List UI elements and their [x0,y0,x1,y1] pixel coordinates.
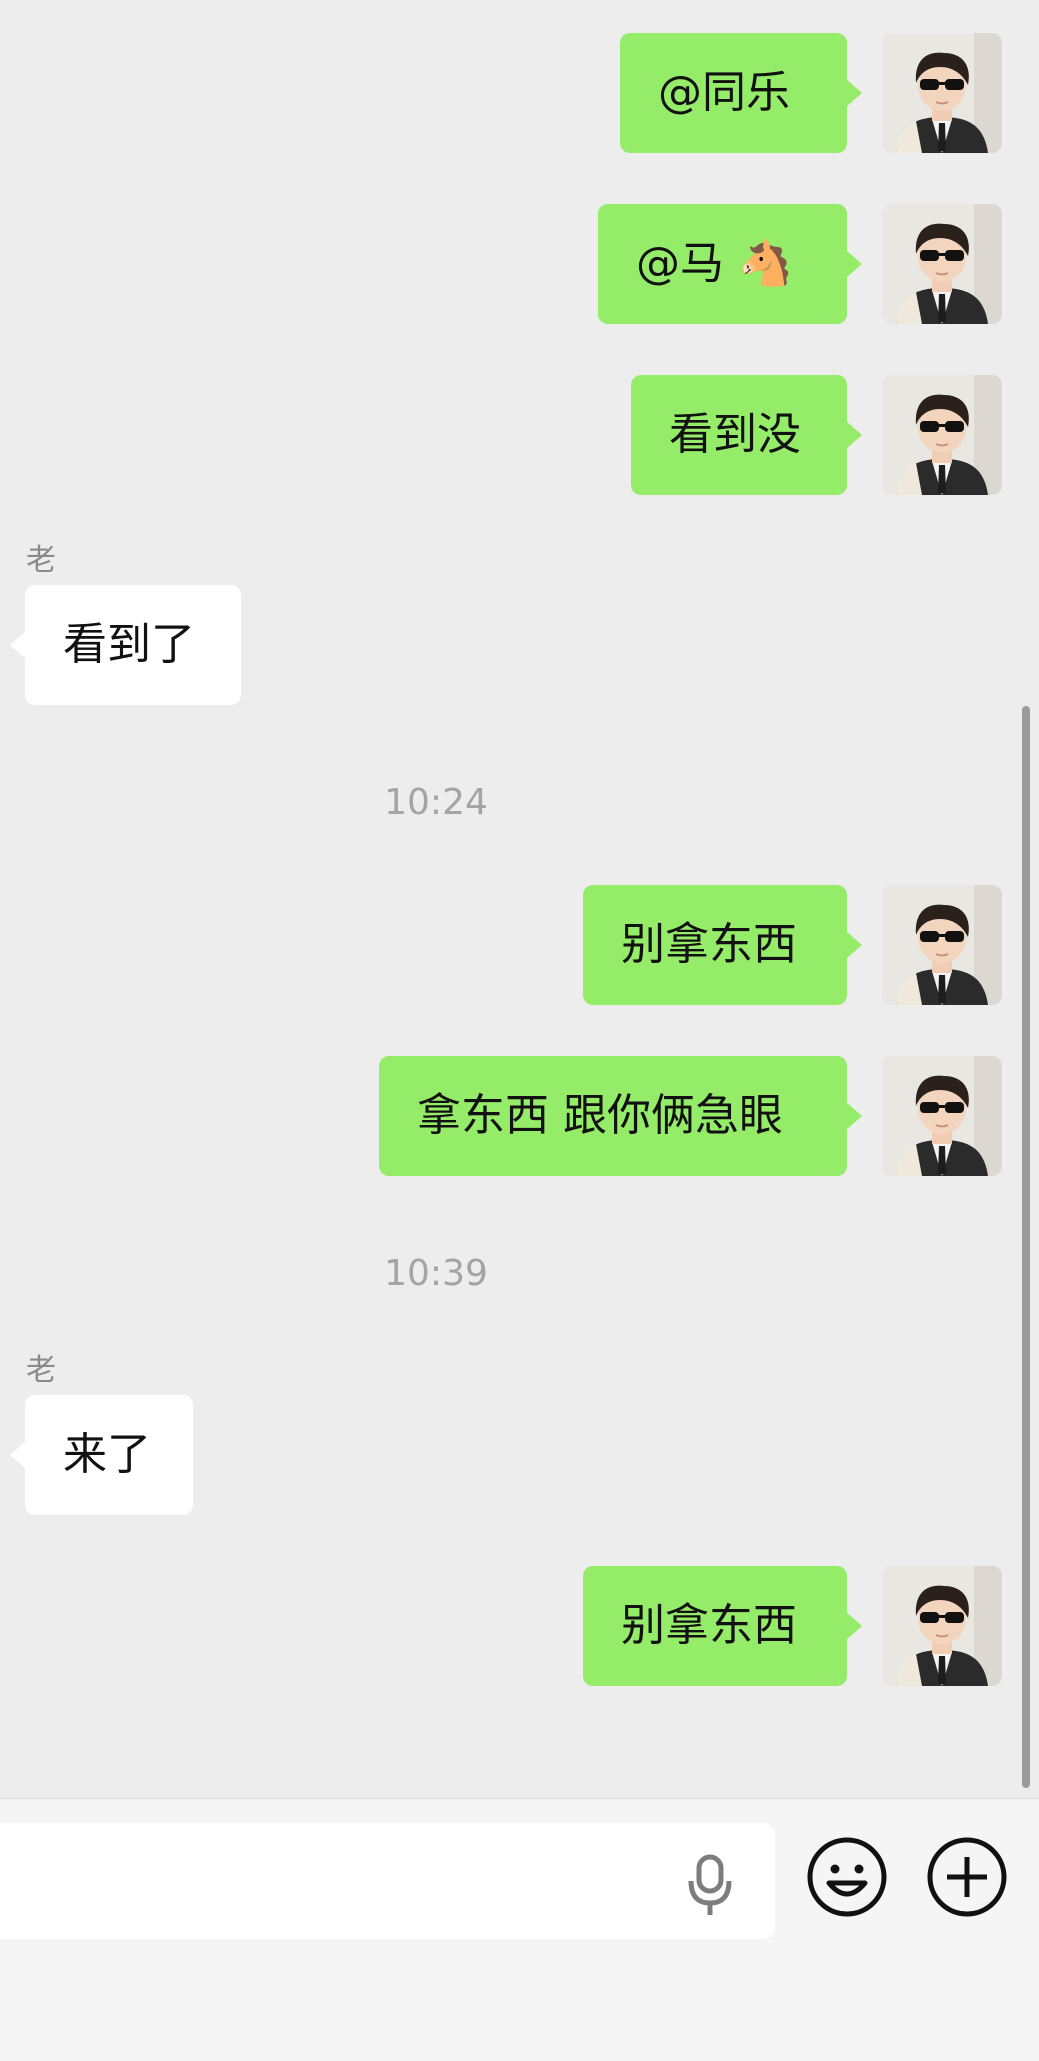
message-bubble[interactable]: 来了 [10,1395,193,1515]
timestamp: 10:39 [384,1253,488,1294]
message-bubble[interactable]: 别拿东西 [583,1566,862,1686]
my-avatar[interactable] [882,1056,1002,1176]
avatar-photo [882,204,1002,324]
emoji-icon[interactable] [805,1835,889,1923]
avatar-photo [882,33,1002,153]
scrollbar[interactable] [1022,706,1030,1788]
avatar-photo [882,1056,1002,1176]
message-bubble[interactable]: 看到了 [10,585,241,705]
my-avatar[interactable] [882,33,1002,153]
message-input[interactable] [0,1823,775,1939]
avatar-photo [882,375,1002,495]
microphone-icon[interactable] [682,1823,738,1943]
timestamp: 10:24 [384,782,488,823]
message-bubble[interactable]: @同乐 [620,33,862,153]
message-bubble[interactable]: 拿东西 跟你俩急眼 [379,1056,862,1176]
avatar-photo [882,885,1002,1005]
my-avatar[interactable] [882,204,1002,324]
my-avatar[interactable] [882,1566,1002,1686]
plus-icon[interactable] [925,1835,1009,1923]
chat-area[interactable]: @同乐 @马 🐴 看到没 老爸 看到了 10:24 别拿东西 拿东西 跟你俩急眼… [0,0,1039,1800]
my-avatar[interactable] [882,375,1002,495]
my-avatar[interactable] [882,885,1002,1005]
message-bubble[interactable]: 别拿东西 [583,885,862,1005]
message-bubble[interactable]: 看到没 [631,375,862,495]
avatar-photo [882,1566,1002,1686]
message-bubble[interactable]: @马 🐴 [598,204,862,324]
input-bar [0,1798,1039,2061]
